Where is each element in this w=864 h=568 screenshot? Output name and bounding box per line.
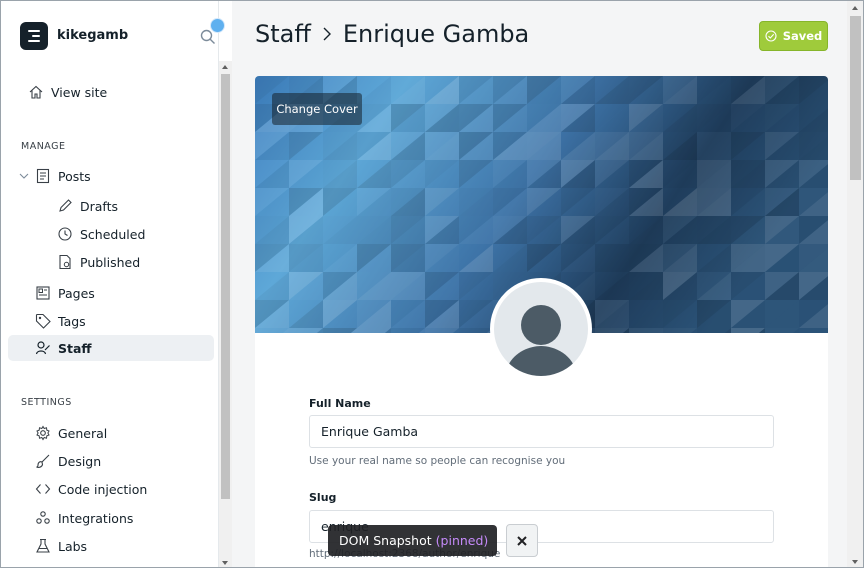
scrollbar-thumb[interactable] (850, 16, 861, 180)
sidebar-item-tags[interactable]: Tags (8, 308, 214, 334)
blog-logo-icon[interactable] (20, 22, 48, 50)
main-content: Staff Enrique Gamba Saved Change Cover F… (232, 1, 847, 567)
sidebar-item-scheduled[interactable]: Scheduled (8, 221, 214, 247)
sidebar-item-label: General (58, 425, 108, 441)
scroll-down-arrow-icon[interactable] (852, 560, 858, 564)
code-icon (35, 484, 51, 494)
sidebar-item-label: Scheduled (80, 226, 146, 242)
brush-icon (36, 454, 50, 468)
sidebar-header: kikegamb (1, 1, 232, 71)
published-icon (59, 254, 71, 270)
dom-snapshot-state: (pinned) (435, 533, 489, 548)
sidebar-item-label: Tags (58, 313, 86, 329)
user-silhouette-icon (505, 305, 577, 376)
sidebar-item-pages[interactable]: Pages (8, 280, 214, 306)
sidebar-item-label: Drafts (80, 198, 119, 214)
scroll-up-arrow-icon[interactable] (222, 65, 228, 69)
close-snapshot-button[interactable] (506, 524, 538, 557)
sidebar-item-integrations[interactable]: Integrations (8, 505, 214, 531)
sidebar-item-view-site[interactable]: View site (8, 79, 214, 105)
full-name-field[interactable]: Enrique Gamba (309, 415, 774, 448)
avatar[interactable] (490, 278, 592, 380)
chevron-right-icon (323, 27, 331, 41)
sidebar-item-label: Published (80, 254, 141, 270)
sidebar-item-label: Pages (58, 285, 95, 301)
slug-label: Slug (309, 491, 337, 504)
sidebar-item-general[interactable]: General (8, 420, 214, 446)
breadcrumb: Staff Enrique Gamba (255, 20, 529, 48)
saved-button[interactable]: Saved (759, 21, 828, 51)
home-icon (29, 85, 43, 99)
scrollbar-thumb[interactable] (221, 74, 230, 499)
page-title: Enrique Gamba (342, 20, 530, 48)
sidebar-item-design[interactable]: Design (8, 448, 214, 474)
sidebar-item-label: Labs (58, 538, 88, 554)
sidebar-item-published[interactable]: Published (8, 249, 214, 275)
sidebar-item-staff[interactable]: Staff (8, 335, 214, 361)
scroll-down-arrow-icon[interactable] (222, 561, 228, 565)
saved-button-label: Saved (782, 29, 823, 43)
section-manage: MANAGE (21, 141, 66, 152)
notification-dot[interactable] (210, 18, 225, 33)
blog-name[interactable]: kikegamb (57, 28, 128, 43)
full-name-label: Full Name (309, 397, 371, 410)
pencil-icon (59, 199, 72, 212)
app-window: kikegamb View site MANAGE Posts Drafts S… (0, 0, 864, 568)
sidebar-item-label: Staff (58, 340, 92, 356)
sidebar-item-label: Integrations (58, 510, 134, 526)
check-circle-icon (765, 30, 777, 42)
sidebar-item-label: Design (58, 453, 102, 469)
integrations-icon (36, 511, 50, 524)
sidebar-item-label: Posts (58, 168, 91, 184)
sidebar-item-label: Code injection (58, 481, 148, 497)
flask-icon (36, 538, 50, 553)
full-name-hint: Use your real name so people can recogni… (309, 455, 566, 467)
tag-icon (35, 313, 51, 329)
sidebar-item-label: View site (51, 84, 108, 100)
sidebar-item-code-injection[interactable]: Code injection (8, 476, 214, 502)
scroll-up-arrow-icon[interactable] (852, 6, 858, 10)
profile-card: Change Cover Full Name Enrique Gamba Use… (255, 76, 828, 567)
sidebar-scrollbar[interactable] (219, 61, 232, 567)
gear-icon (36, 425, 50, 441)
staff-icon (35, 341, 50, 355)
breadcrumb-staff-link[interactable]: Staff (255, 20, 311, 48)
change-cover-button[interactable]: Change Cover (272, 93, 362, 125)
sidebar: kikegamb View site MANAGE Posts Drafts S… (1, 1, 225, 567)
dom-snapshot-label: DOM Snapshot (339, 533, 432, 548)
clock-icon (58, 227, 72, 241)
pages-icon (36, 286, 50, 300)
main-scrollbar[interactable] (847, 1, 863, 567)
cover-facet (799, 328, 828, 333)
posts-icon (36, 168, 50, 184)
sidebar-item-labs[interactable]: Labs (8, 533, 214, 559)
dom-snapshot-badge: DOM Snapshot (pinned) (328, 525, 497, 556)
close-icon (517, 535, 527, 546)
section-settings: SETTINGS (21, 397, 72, 408)
sidebar-item-drafts[interactable]: Drafts (8, 193, 214, 219)
sidebar-item-posts[interactable]: Posts (8, 163, 214, 189)
